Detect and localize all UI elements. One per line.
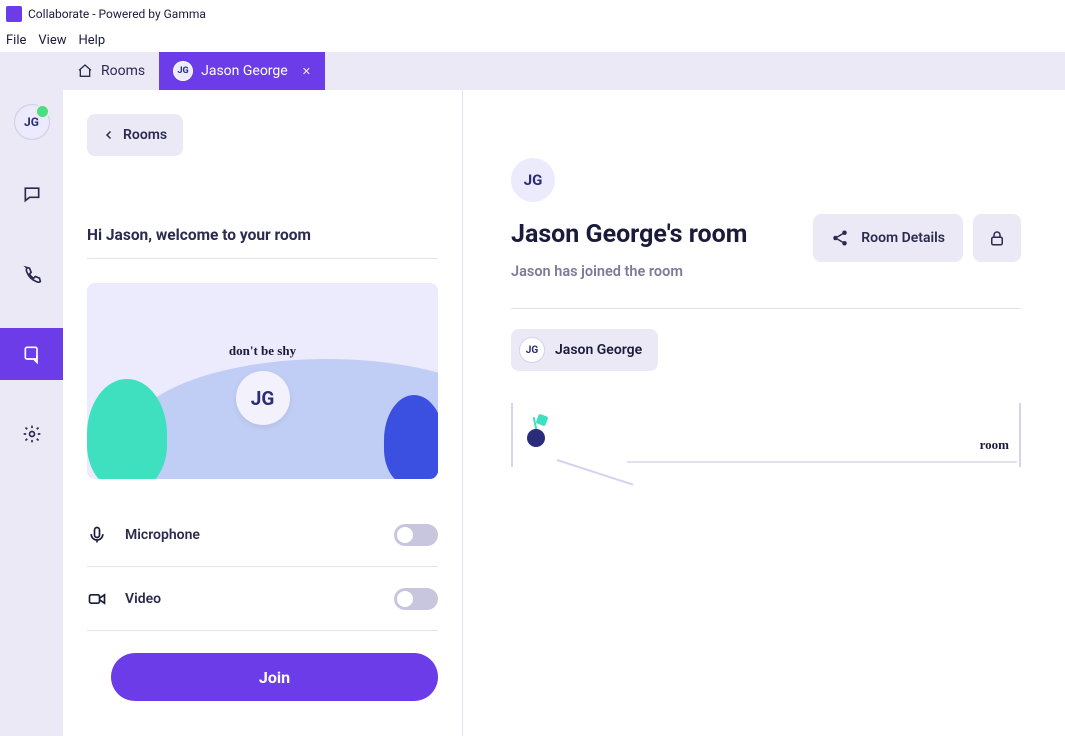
room-details-button[interactable]: Room Details xyxy=(813,214,963,262)
window-title: Collaborate - Powered by Gamma xyxy=(28,7,206,21)
microphone-row: Microphone xyxy=(87,503,438,567)
menubar: File View Help xyxy=(0,28,1065,52)
share-icon xyxy=(831,229,849,247)
participant-chip[interactable]: JG Jason George xyxy=(511,329,658,371)
participant-name: Jason George xyxy=(555,342,642,358)
video-toggle[interactable] xyxy=(394,588,438,610)
video-preview: don't be shy JG xyxy=(87,283,438,479)
lock-icon xyxy=(988,229,1006,247)
room-title: Jason George's room xyxy=(511,220,797,249)
window-titlebar: Collaborate - Powered by Gamma xyxy=(0,0,1065,28)
tabbar: Rooms JG Jason George ✕ xyxy=(0,52,1065,90)
whiteboard-text: room xyxy=(980,437,1009,453)
preview-bush-left xyxy=(87,379,167,479)
microphone-icon xyxy=(87,525,107,545)
whiteboard-flag-icon xyxy=(523,417,551,445)
tab-active-label: Jason George xyxy=(201,63,288,79)
sidebar-calls[interactable] xyxy=(0,248,63,300)
tab-jason-george[interactable]: JG Jason George ✕ xyxy=(159,52,325,90)
room-join-panel: Rooms Hi Jason, welcome to your room don… xyxy=(63,90,463,736)
divider xyxy=(511,308,1021,309)
sidebar: JG xyxy=(0,90,63,736)
tab-avatar: JG xyxy=(173,61,193,81)
sidebar-rooms[interactable] xyxy=(0,328,63,380)
preview-avatar: JG xyxy=(236,371,290,425)
menu-file[interactable]: File xyxy=(6,33,26,48)
whiteboard-line xyxy=(557,459,634,486)
menu-view[interactable]: View xyxy=(38,33,66,48)
sidebar-settings[interactable] xyxy=(0,408,63,460)
sidebar-chat[interactable] xyxy=(0,168,63,220)
chevron-left-icon xyxy=(103,129,115,141)
welcome-heading: Hi Jason, welcome to your room xyxy=(87,226,438,244)
microphone-toggle[interactable] xyxy=(394,524,438,546)
microphone-label: Microphone xyxy=(125,527,394,543)
video-row: Video xyxy=(87,567,438,631)
participant-avatar: JG xyxy=(519,337,545,363)
room-whiteboard[interactable]: room xyxy=(511,403,1021,467)
video-icon xyxy=(87,589,107,609)
back-to-rooms-button[interactable]: Rooms xyxy=(87,114,183,156)
tab-avatar-initials: JG xyxy=(174,62,192,80)
menu-help[interactable]: Help xyxy=(79,33,106,48)
lock-button[interactable] xyxy=(973,214,1021,262)
divider xyxy=(87,258,438,259)
join-button[interactable]: Join xyxy=(111,653,438,701)
room-details-label: Room Details xyxy=(861,230,945,246)
video-label: Video xyxy=(125,591,394,607)
room-subtitle: Jason has joined the room xyxy=(511,263,797,280)
preview-caption: don't be shy xyxy=(229,343,296,359)
tab-rooms-label: Rooms xyxy=(101,63,145,79)
preview-bush-right xyxy=(384,395,438,479)
room-avatar: JG xyxy=(511,158,555,202)
back-label: Rooms xyxy=(123,127,167,143)
close-icon[interactable]: ✕ xyxy=(302,65,311,78)
home-icon xyxy=(77,63,93,79)
whiteboard-hline xyxy=(627,461,1017,463)
app-logo-icon xyxy=(6,6,22,22)
join-button-label: Join xyxy=(259,668,290,687)
room-detail-panel: JG Jason George's room Jason has joined … xyxy=(463,90,1065,736)
user-avatar[interactable]: JG xyxy=(14,104,50,140)
user-avatar-initials: JG xyxy=(17,107,47,137)
tab-rooms[interactable]: Rooms xyxy=(63,52,159,90)
